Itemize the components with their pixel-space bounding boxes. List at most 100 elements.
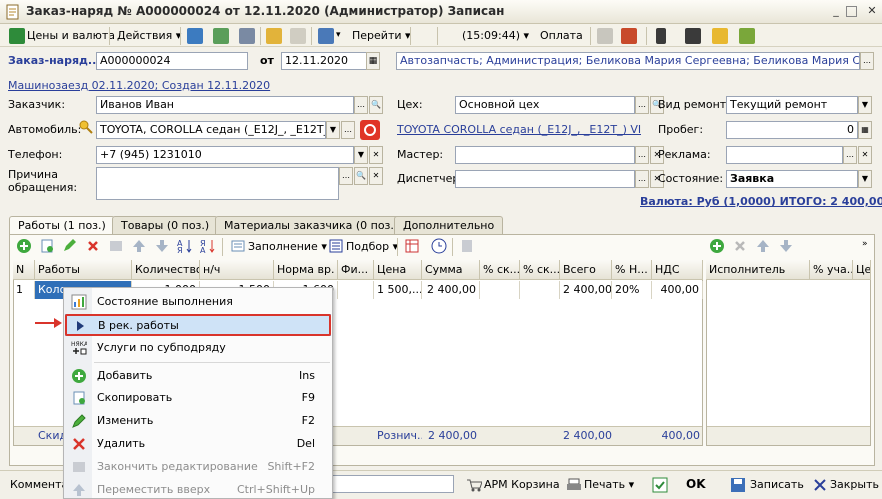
col-fi[interactable]: Фи... bbox=[338, 260, 374, 280]
copy-doc-icon[interactable] bbox=[290, 28, 306, 44]
currency-total-link[interactable]: Валюта: Руб (1,0000) ИТОГО: 2 400,00 bbox=[640, 195, 882, 208]
car-dropdown[interactable]: ▼ bbox=[326, 121, 340, 139]
tab-customer-materials[interactable]: Материалы заказчика (0 поз.) bbox=[215, 216, 408, 234]
goto-menu[interactable]: Перейти ▾ bbox=[350, 27, 413, 45]
tab-works[interactable]: Работы (1 поз.) bbox=[9, 216, 115, 235]
vin-check-icon[interactable] bbox=[359, 119, 381, 141]
col-works[interactable]: Работы bbox=[35, 260, 132, 280]
fill-button[interactable]: Заполнение ▾ bbox=[246, 238, 329, 256]
folder-icon[interactable] bbox=[712, 28, 728, 44]
close-button[interactable]: Закрыть bbox=[828, 476, 881, 494]
sort-asc-icon[interactable]: AЯ bbox=[177, 238, 193, 254]
reason-select-button[interactable]: … bbox=[339, 167, 353, 185]
fill-icon[interactable] bbox=[230, 238, 246, 254]
menu-item-edit[interactable]: Изменить F2 bbox=[65, 410, 331, 432]
menu-item-add[interactable]: Добавить Ins bbox=[65, 365, 331, 387]
new-doc-icon[interactable] bbox=[266, 28, 282, 44]
phone-clear-button[interactable]: ✕ bbox=[369, 146, 383, 164]
col-executor[interactable]: Исполнитель bbox=[706, 260, 810, 280]
post-icon[interactable] bbox=[187, 28, 203, 44]
doc-number-field[interactable]: А000000024 bbox=[96, 52, 248, 70]
sort-desc-icon[interactable]: ЯA bbox=[200, 238, 216, 254]
phone-dropdown[interactable]: ▼ bbox=[354, 146, 368, 164]
customer-search-button[interactable]: 🔍 bbox=[369, 96, 383, 114]
col-total[interactable]: Всего bbox=[560, 260, 612, 280]
cell-vat-rate[interactable]: 20% bbox=[612, 281, 652, 299]
cell-price[interactable]: 1 500,... bbox=[374, 281, 422, 299]
actions-menu[interactable]: Действия ▾ bbox=[115, 27, 183, 45]
calc-icon[interactable] bbox=[459, 238, 475, 254]
add-executor-icon[interactable] bbox=[709, 238, 725, 254]
car-select-button[interactable]: … bbox=[341, 121, 355, 139]
copy-row-icon[interactable] bbox=[39, 238, 55, 254]
menu-item-move-up[interactable]: Переместить вверх Ctrl+Shift+Up bbox=[65, 479, 331, 499]
minimize-button[interactable]: _ bbox=[828, 4, 844, 19]
menu-item-subcontract[interactable]: НЯКА Услуги по субподряду bbox=[65, 337, 331, 359]
customer-field[interactable]: Иванов Иван bbox=[96, 96, 354, 114]
org-field[interactable]: Автозапчасть; Администрация; Беликова Ма… bbox=[396, 52, 860, 70]
shop-select-button[interactable]: … bbox=[635, 96, 649, 114]
col-participation[interactable]: % уча... bbox=[810, 260, 853, 280]
comment-field[interactable] bbox=[330, 475, 454, 493]
date-field[interactable]: 12.11.2020 bbox=[281, 52, 367, 70]
move-up-icon[interactable] bbox=[131, 238, 147, 254]
tab-goods[interactable]: Товары (0 поз.) bbox=[112, 216, 219, 234]
menu-item-delete[interactable]: Удалить Del bbox=[65, 433, 331, 455]
list-icon[interactable] bbox=[685, 28, 701, 44]
refresh-icon[interactable] bbox=[213, 28, 229, 44]
car-info-link[interactable]: TOYOTA COROLLA седан (_E12J_, _E12T_) VI… bbox=[397, 123, 641, 136]
arm-cart-button[interactable]: АРМ Корзина bbox=[482, 476, 562, 494]
tab-additional[interactable]: Дополнительно bbox=[394, 216, 504, 234]
master-select-button[interactable]: … bbox=[635, 146, 649, 164]
org-dropdown[interactable]: … bbox=[860, 52, 874, 70]
structure-dropdown[interactable]: ▾ bbox=[334, 27, 343, 45]
structure-icon[interactable] bbox=[318, 28, 334, 44]
col-exec-shop[interactable]: Цех bbox=[853, 260, 871, 280]
phone-field[interactable]: +7 (945) 1231010 bbox=[96, 146, 354, 164]
add-row-icon[interactable] bbox=[16, 238, 32, 254]
col-price[interactable]: Цена bbox=[374, 260, 422, 280]
col-discount1[interactable]: % ск... bbox=[480, 260, 520, 280]
state-field[interactable]: Заявка bbox=[726, 170, 858, 188]
master-field[interactable] bbox=[455, 146, 635, 164]
delete-row-icon[interactable] bbox=[85, 238, 101, 254]
menu-item-copy[interactable]: Скопировать F9 bbox=[65, 387, 331, 409]
col-vat[interactable]: НДС bbox=[652, 260, 703, 280]
repair-type-field[interactable]: Текущий ремонт bbox=[726, 96, 858, 114]
cell-sum[interactable]: 2 400,00 bbox=[422, 281, 480, 299]
col-vat-rate[interactable]: % Н... bbox=[612, 260, 652, 280]
menu-item-finish-edit[interactable]: Закончить редактирование Shift+F2 bbox=[65, 456, 331, 478]
col-norm[interactable]: Норма вр. bbox=[274, 260, 338, 280]
mileage-calc-button[interactable]: ▦ bbox=[858, 121, 872, 139]
print-form-icon[interactable] bbox=[621, 28, 637, 44]
cell-discount2[interactable] bbox=[520, 281, 560, 299]
menu-item-execution-state[interactable]: Состояние выполнения bbox=[65, 291, 331, 313]
customer-select-button[interactable]: … bbox=[354, 96, 368, 114]
col-sum[interactable]: Сумма bbox=[422, 260, 480, 280]
close-window-button[interactable]: ✕ bbox=[864, 4, 880, 19]
prices-button[interactable]: Цены и валюта bbox=[25, 27, 117, 45]
select-icon[interactable] bbox=[328, 238, 344, 254]
report-icon[interactable] bbox=[739, 28, 755, 44]
move-down-icon[interactable] bbox=[154, 238, 170, 254]
col-hours[interactable]: н/ч bbox=[200, 260, 274, 280]
cell-vat[interactable]: 400,00 bbox=[652, 281, 703, 299]
select-button[interactable]: Подбор ▾ bbox=[344, 238, 400, 256]
reason-search-button[interactable]: 🔍 bbox=[354, 167, 368, 185]
col-discount2[interactable]: % ск... bbox=[520, 260, 560, 280]
text-icon[interactable] bbox=[597, 28, 613, 44]
calendar-button[interactable]: ▦ bbox=[366, 52, 380, 70]
cell-fi[interactable] bbox=[338, 281, 374, 299]
executor-down-icon[interactable] bbox=[778, 238, 794, 254]
time-button[interactable]: (15:09:44) ▾ bbox=[460, 27, 531, 45]
save-button[interactable]: Записать bbox=[748, 476, 806, 494]
reason-clear-button[interactable]: ✕ bbox=[369, 167, 383, 185]
end-edit-icon[interactable] bbox=[108, 238, 124, 254]
expand-icon[interactable]: » bbox=[860, 236, 870, 254]
delete-executor-icon[interactable] bbox=[732, 238, 748, 254]
dispatcher-field[interactable] bbox=[455, 170, 635, 188]
payment-button[interactable]: Оплата bbox=[538, 27, 585, 45]
ads-clear-button[interactable]: ✕ bbox=[858, 146, 872, 164]
reason-field[interactable] bbox=[96, 167, 339, 200]
save-doc-icon[interactable] bbox=[239, 28, 255, 44]
